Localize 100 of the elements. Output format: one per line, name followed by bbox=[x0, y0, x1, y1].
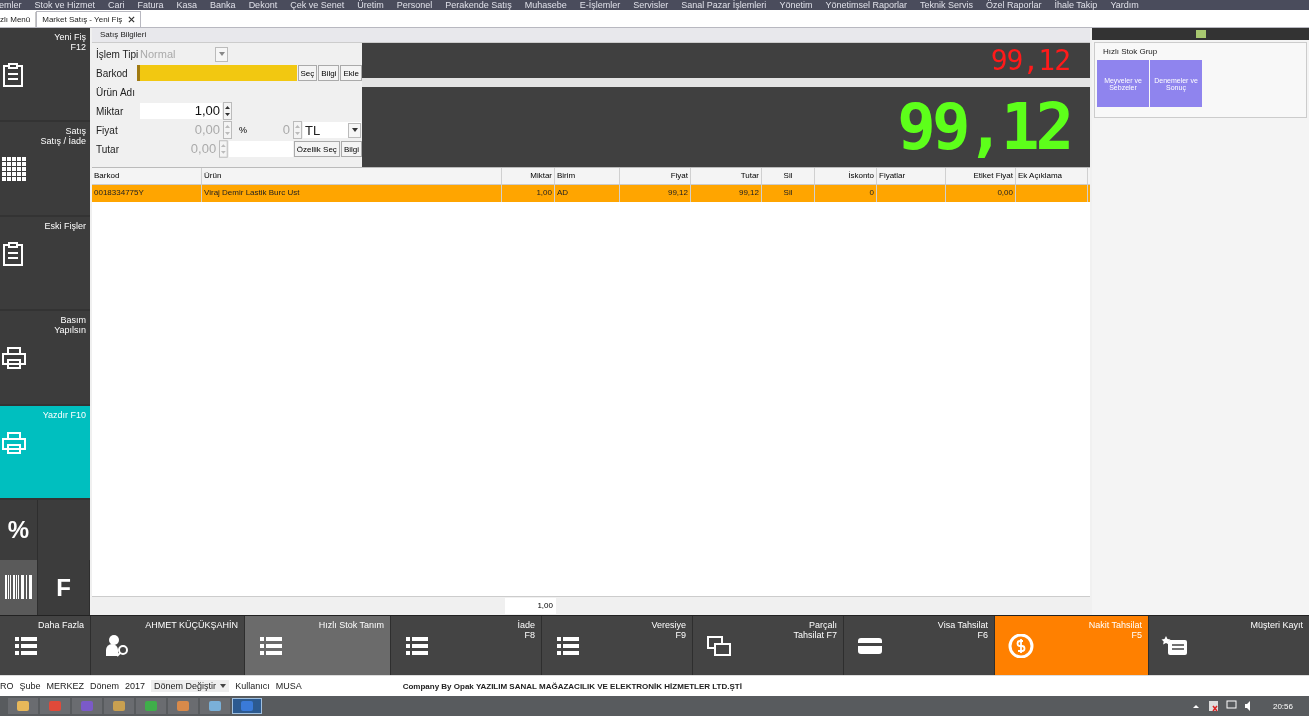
menu-item[interactable]: Banka bbox=[210, 0, 236, 10]
table-row[interactable]: 0018334775Y Viraj Demir Lastik Burc Ust 1,00 AD 99,12 99,12 Sil 0 0,00 bbox=[92, 185, 1090, 202]
action-button[interactable]: Parçalı Tahsilat F7 bbox=[693, 616, 843, 675]
status-value: MERKEZ bbox=[46, 681, 85, 691]
app-icon bbox=[80, 700, 94, 712]
number-field[interactable]: 1,00 bbox=[140, 103, 222, 119]
sidebar-item[interactable]: Satış Satış / İade bbox=[0, 122, 90, 217]
action-button[interactable]: İade F8 bbox=[391, 616, 541, 675]
menu-item[interactable]: Dekont bbox=[248, 0, 278, 10]
taskbar-app[interactable] bbox=[104, 698, 134, 714]
status-value: RO bbox=[0, 681, 14, 691]
app-icon bbox=[144, 700, 158, 712]
menu-item[interactable]: Kasa bbox=[176, 0, 198, 10]
caret-icon bbox=[220, 684, 227, 688]
upload-list-icon bbox=[403, 634, 431, 658]
menu-item[interactable]: Sanal Pazar İşlemleri bbox=[681, 0, 767, 10]
list-icon bbox=[554, 634, 582, 658]
windows-icon bbox=[705, 634, 733, 658]
taskbar-app[interactable] bbox=[200, 698, 230, 714]
tab[interactable]: Market Satış - Yeni Fiş bbox=[36, 11, 142, 27]
column-header[interactable]: Ürün bbox=[202, 168, 502, 184]
total-display: 99,12 bbox=[362, 87, 1090, 167]
table-cell: 0,00 bbox=[997, 188, 1013, 197]
app-icon bbox=[16, 700, 30, 712]
app-icon bbox=[240, 700, 254, 712]
action-button[interactable]: AHMET KÜÇÜKŞAHİN bbox=[91, 616, 244, 675]
menu-item[interactable]: İhale Takip bbox=[1054, 0, 1098, 10]
user-search-icon bbox=[103, 634, 131, 658]
barcode-tile[interactable] bbox=[0, 560, 38, 616]
printer-icon bbox=[1, 345, 27, 372]
app-icon bbox=[208, 700, 222, 712]
menu-item[interactable]: Özel Raporlar bbox=[985, 0, 1042, 10]
section-title: Satış Bilgileri bbox=[92, 28, 1090, 43]
menu-item[interactable]: Çek ve Senet bbox=[290, 0, 345, 10]
table-cell: 99,12 bbox=[738, 188, 759, 197]
barcode-field[interactable] bbox=[136, 65, 297, 81]
column-header[interactable]: Birim bbox=[555, 168, 620, 184]
taskbar-app[interactable] bbox=[136, 698, 166, 714]
app-icon bbox=[112, 700, 126, 712]
column-header[interactable]: Ek Açıklama bbox=[1016, 168, 1088, 184]
column-header[interactable]: Miktar bbox=[502, 168, 555, 184]
action-button[interactable]: Hızlı Stok Tanım bbox=[245, 616, 390, 675]
action-button[interactable]: Visa Tahsilat F6 bbox=[844, 616, 994, 675]
taskbar-app[interactable] bbox=[168, 698, 198, 714]
sidebar-item[interactable]: Eski Fişler bbox=[0, 216, 90, 312]
input-field[interactable] bbox=[228, 141, 293, 157]
column-header[interactable]: Tutar bbox=[691, 168, 762, 184]
menu-item[interactable]: Perakende Satış bbox=[445, 0, 512, 10]
status-label: Şube bbox=[19, 681, 41, 691]
table-cell: 99,12 bbox=[667, 188, 688, 197]
menu-item[interactable]: E-İşlemler bbox=[579, 0, 621, 10]
period-dropdown[interactable]: Dönem Değiştir bbox=[151, 680, 230, 692]
list-settings-icon bbox=[12, 634, 40, 658]
close-icon[interactable] bbox=[128, 16, 136, 23]
menu-item[interactable]: Muhasebe bbox=[524, 0, 567, 10]
taskbar-app[interactable] bbox=[232, 698, 262, 714]
taskbar-app[interactable] bbox=[8, 698, 38, 714]
column-header[interactable]: Fiyat bbox=[620, 168, 691, 184]
grid-icon bbox=[1, 156, 27, 183]
action-button[interactable]: Daha Fazla bbox=[0, 616, 90, 675]
table-cell: 0018334775Y bbox=[94, 188, 144, 197]
status-value: 2017 bbox=[125, 681, 146, 691]
small-button[interactable]: Bilgi bbox=[318, 65, 340, 81]
menu-item[interactable]: emler bbox=[0, 0, 22, 10]
small-button[interactable]: Ekle bbox=[340, 65, 362, 81]
total-display: 99,12 bbox=[362, 43, 1090, 78]
status-label: Kullanıcı bbox=[235, 681, 270, 691]
table-cell: 1,00 bbox=[536, 188, 552, 197]
column-header[interactable]: Sil bbox=[762, 168, 815, 184]
caret-icon bbox=[218, 52, 225, 56]
menu-item[interactable]: Personel bbox=[396, 0, 433, 10]
menu-item[interactable]: Stok ve Hizmet bbox=[34, 0, 96, 10]
list-icon bbox=[257, 634, 285, 658]
menu-item[interactable]: Yönetimsel Raporlar bbox=[825, 0, 907, 10]
group-title: Hızlı Stok Grup bbox=[1102, 46, 1159, 58]
menu-item[interactable]: Üretim bbox=[357, 0, 384, 10]
menu-item[interactable]: Teknik Servis bbox=[919, 0, 973, 10]
action-button[interactable]: Müşteri Kayıt bbox=[1149, 616, 1309, 675]
status-value: MUSA bbox=[275, 681, 302, 691]
menu-item[interactable]: Yardım bbox=[1110, 0, 1139, 10]
action-button[interactable]: Veresiye F9 bbox=[542, 616, 692, 675]
menu-item[interactable]: Yönetim bbox=[779, 0, 813, 10]
field-label: Barkod bbox=[96, 67, 129, 79]
sidebar-item[interactable]: Yeni Fiş F12 bbox=[0, 28, 90, 123]
table-cell: Viraj Demir Lastik Burc Ust bbox=[204, 188, 300, 197]
menu-item[interactable]: Cari bbox=[108, 0, 125, 10]
app-icon bbox=[1195, 30, 1206, 38]
menu-item[interactable]: Servisler bbox=[633, 0, 669, 10]
column-header[interactable]: Fiyatlar bbox=[877, 168, 946, 184]
app-icon bbox=[176, 700, 190, 712]
field-label: Ürün Adı bbox=[96, 86, 136, 98]
small-button[interactable]: Seç bbox=[297, 65, 318, 81]
menu-item[interactable]: Fatura bbox=[137, 0, 164, 10]
spinner-icon[interactable] bbox=[223, 102, 232, 120]
column-header[interactable]: Etiket Fiyat bbox=[946, 168, 1016, 184]
column-header[interactable]: İskonto bbox=[815, 168, 877, 184]
coin-icon bbox=[1007, 634, 1035, 658]
field-label: Miktar bbox=[96, 105, 125, 117]
column-header[interactable]: Barkod bbox=[92, 168, 202, 184]
percent-label: % bbox=[239, 125, 247, 135]
